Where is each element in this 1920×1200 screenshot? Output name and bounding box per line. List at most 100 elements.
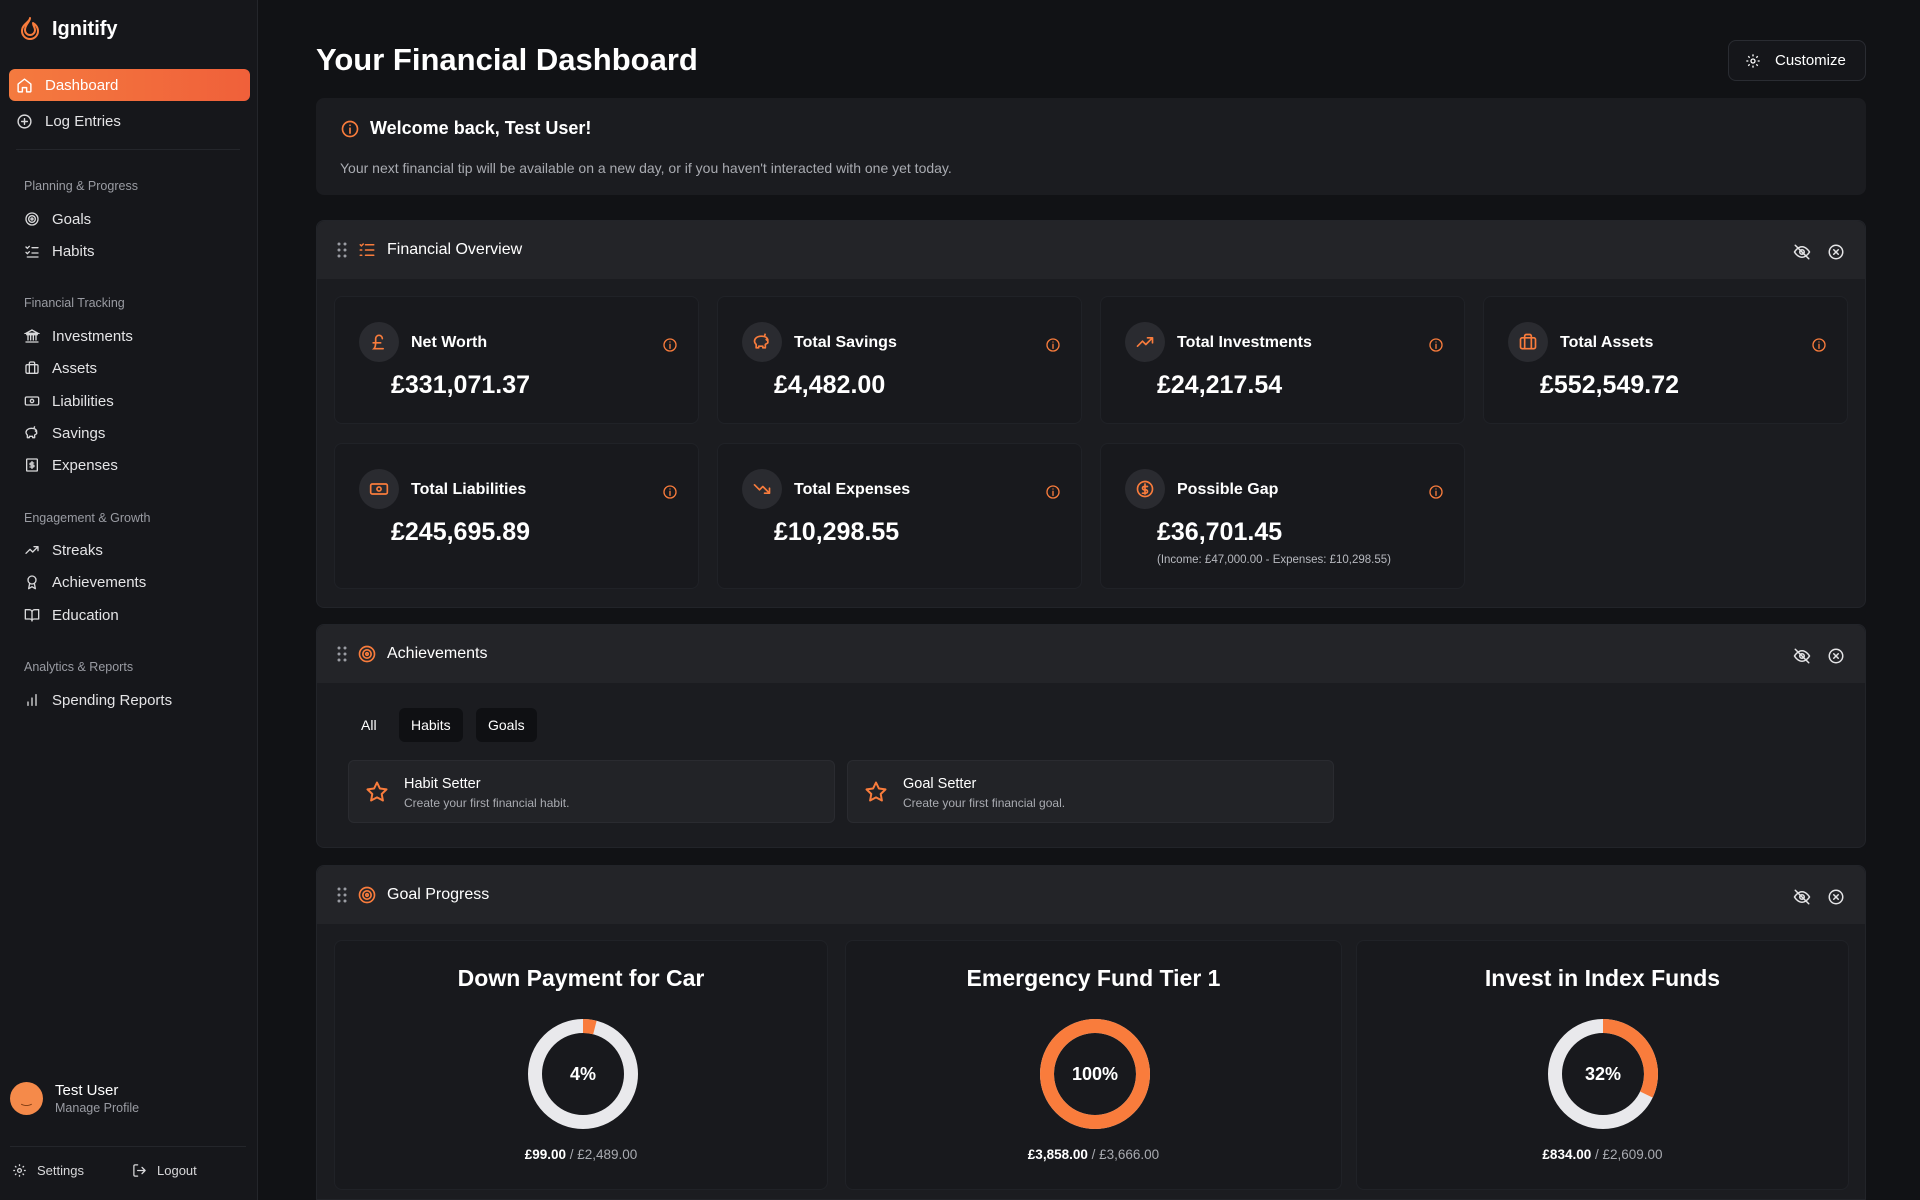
stat-value: £24,217.54 — [1157, 371, 1283, 399]
bank-icon — [24, 328, 40, 344]
logout-button[interactable]: Logout — [132, 1163, 197, 1178]
stat-label: Total Investments — [1177, 334, 1312, 351]
goal-title: Emergency Fund Tier 1 — [966, 965, 1221, 991]
achievement-title: Goal Setter — [903, 776, 977, 792]
sidebar-item-spending-reports[interactable]: Spending Reports — [16, 684, 246, 716]
target-icon — [357, 644, 377, 664]
info-icon[interactable] — [1045, 337, 1061, 353]
brand-name: Ignitify — [52, 17, 118, 40]
drag-handle-icon[interactable] — [337, 242, 347, 258]
settings-label: Settings — [37, 1163, 84, 1178]
eye-off-icon[interactable] — [1793, 243, 1811, 261]
sidebar-item-dashboard[interactable]: Dashboard — [9, 69, 250, 101]
sidebar-item-label: Streaks — [52, 541, 103, 559]
info-icon[interactable] — [1045, 484, 1061, 500]
banknote-icon — [359, 469, 399, 509]
achievement-card[interactable]: Habit Setter Create your first financial… — [348, 760, 835, 823]
goal-percent: 100% — [1071, 1063, 1119, 1084]
banknote-icon — [24, 393, 40, 409]
info-icon[interactable] — [1428, 484, 1444, 500]
goal-card[interactable]: Emergency Fund Tier 1 100% £3,858.00 / £… — [845, 940, 1342, 1190]
info-icon[interactable] — [1428, 337, 1444, 353]
sidebar-item-label: Expenses — [52, 456, 118, 474]
close-circle-icon[interactable] — [1827, 888, 1845, 906]
eye-off-icon[interactable] — [1793, 647, 1811, 665]
goal-current: £834.00 — [1542, 1147, 1592, 1162]
goal-card[interactable]: Invest in Index Funds 32% £834.00 / £2,6… — [1356, 940, 1849, 1190]
sidebar-item-streaks[interactable]: Streaks — [16, 534, 246, 566]
sidebar-item-goals[interactable]: Goals — [16, 203, 246, 235]
list-check-icon — [24, 243, 40, 259]
tab-habits[interactable]: Habits — [399, 708, 463, 742]
briefcase-icon — [24, 360, 40, 376]
sidebar-item-label: Log Entries — [45, 112, 121, 130]
sidebar-item-label: Liabilities — [52, 392, 114, 410]
stat-card-total-investments: Total Investments £24,217.54 — [1100, 296, 1465, 424]
achievement-title: Habit Setter — [404, 776, 481, 792]
sidebar-item-expenses[interactable]: Expenses — [16, 449, 246, 481]
drag-handle-icon[interactable] — [337, 887, 347, 903]
info-icon[interactable] — [662, 337, 678, 353]
stat-label: Total Liabilities — [411, 481, 527, 498]
panel-title: Achievements — [387, 645, 488, 662]
goal-current: £99.00 — [524, 1147, 566, 1162]
sidebar-item-liabilities[interactable]: Liabilities — [16, 385, 246, 417]
stat-card-possible-gap: Possible Gap £36,701.45 (Income: £47,000… — [1100, 443, 1465, 589]
stat-label: Total Expenses — [794, 481, 911, 498]
sidebar-item-savings[interactable]: Savings — [16, 417, 246, 449]
customize-label: Customize — [1775, 52, 1846, 69]
tab-all[interactable]: All — [349, 708, 389, 742]
achievement-card[interactable]: Goal Setter Create your first financial … — [847, 760, 1334, 823]
goal-target: / £2,489.00 — [569, 1147, 638, 1162]
goal-card[interactable]: Down Payment for Car 4% £99.00 / £2,489.… — [334, 940, 828, 1190]
sidebar-item-assets[interactable]: Assets — [16, 352, 246, 384]
customize-button[interactable]: Customize — [1728, 40, 1866, 81]
sidebar-item-investments[interactable]: Investments — [16, 320, 246, 352]
manage-profile-link[interactable]: Manage Profile — [55, 1101, 139, 1115]
sidebar-item-label: Goals — [52, 210, 92, 228]
dollar-circle-icon — [1125, 469, 1165, 509]
goal-amount: £99.00 / £2,489.00 — [335, 1147, 827, 1162]
list-icon — [357, 241, 377, 259]
goal-current: £3,858.00 — [1027, 1147, 1088, 1162]
profile-name: Test User — [55, 1082, 119, 1099]
close-circle-icon[interactable] — [1827, 647, 1845, 665]
eye-off-icon[interactable] — [1793, 888, 1811, 906]
trending-up-icon — [24, 542, 40, 558]
sidebar: Ignitify Dashboard Log Entries Planning … — [0, 0, 258, 1200]
trending-down-icon — [742, 469, 782, 509]
goal-amount: £3,858.00 / £3,666.00 — [846, 1147, 1341, 1162]
trending-up-icon — [1125, 322, 1165, 362]
tab-goals[interactable]: Goals — [476, 708, 537, 742]
plus-circle-icon — [16, 113, 33, 130]
welcome-text: Your next financial tip will be availabl… — [340, 160, 952, 176]
divider — [16, 149, 240, 150]
sidebar-item-label: Assets — [52, 359, 98, 377]
logout-label: Logout — [157, 1163, 197, 1178]
stat-value: £331,071.37 — [391, 371, 531, 399]
receipt-icon — [24, 457, 40, 473]
sidebar-item-label: Investments — [52, 327, 133, 345]
stat-card-total-savings: Total Savings £4,482.00 — [717, 296, 1082, 424]
sidebar-item-log-entries[interactable]: Log Entries — [9, 105, 250, 137]
sidebar-item-education[interactable]: Education — [16, 599, 246, 631]
info-icon[interactable] — [662, 484, 678, 500]
stat-value: £10,298.55 — [774, 518, 900, 546]
sidebar-item-achievements[interactable]: Achievements — [16, 566, 246, 598]
goal-target: / £3,666.00 — [1091, 1147, 1160, 1162]
info-icon[interactable] — [1811, 337, 1827, 353]
achievement-desc: Create your first financial habit. — [404, 796, 570, 810]
bar-chart-icon — [24, 692, 40, 708]
profile[interactable]: ‿ Test User Manage Profile — [10, 1082, 139, 1115]
settings-button[interactable]: Settings — [12, 1163, 84, 1178]
info-icon — [340, 119, 360, 139]
section-planning: Planning & Progress — [24, 179, 138, 193]
stat-card-net-worth: Net Worth £331,071.37 — [334, 296, 699, 424]
close-circle-icon[interactable] — [1827, 243, 1845, 261]
gear-icon — [1745, 53, 1761, 69]
achievement-desc: Create your first financial goal. — [903, 796, 1066, 810]
sidebar-item-habits[interactable]: Habits — [16, 235, 246, 267]
drag-handle-icon[interactable] — [337, 646, 347, 662]
brand[interactable]: Ignitify — [18, 16, 118, 42]
goal-title: Invest in Index Funds — [1484, 965, 1721, 991]
